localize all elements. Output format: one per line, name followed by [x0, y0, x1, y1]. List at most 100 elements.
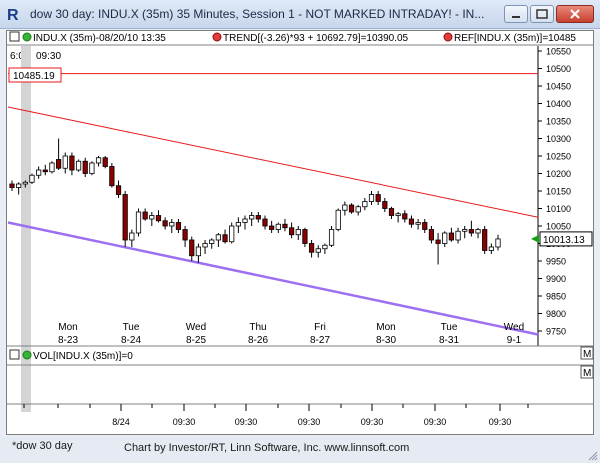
- candle-body: [495, 238, 501, 248]
- day-name-label: Mon: [376, 322, 395, 333]
- time-tick-label: 09:30: [235, 417, 258, 427]
- candle-body: [49, 162, 55, 173]
- day-name-label: Tue: [441, 322, 458, 333]
- candle-body: [249, 215, 255, 220]
- candle-body: [422, 222, 428, 230]
- candle-body: [9, 183, 15, 188]
- legend-symbol-dot[interactable]: [22, 32, 32, 42]
- candle-body: [262, 218, 268, 227]
- candle-body: [242, 218, 248, 223]
- candle-body: [115, 185, 122, 195]
- candle-body: [482, 229, 488, 251]
- day-date-label: 8-26: [248, 335, 268, 346]
- candle-body: [448, 232, 454, 241]
- day-name-label: Mon: [58, 322, 77, 333]
- volume-close-box[interactable]: [9, 349, 20, 360]
- candle-body: [488, 246, 494, 251]
- candle-body: [169, 222, 175, 227]
- day-date-label: 9-1: [507, 335, 522, 346]
- legend-trend: TREND[(-3.26)*93 + 10692.79]=10390.05: [223, 33, 409, 44]
- footer-credit: Chart by Investor/RT, Linn Software, Inc…: [124, 442, 410, 454]
- candle-body: [428, 229, 435, 241]
- time-right-label: 09:30: [36, 51, 61, 62]
- y-tick-label: 10550: [546, 47, 571, 57]
- time-tick-label: 09:30: [424, 417, 447, 427]
- candle-body: [348, 204, 355, 213]
- candle-body: [56, 159, 62, 169]
- candle-body: [75, 160, 82, 171]
- candle-body: [155, 215, 162, 222]
- candle-body: [222, 234, 228, 243]
- day-date-label: 8-24: [121, 335, 141, 346]
- candle-body: [308, 243, 315, 253]
- last-price-label: 10013.13: [543, 235, 585, 246]
- candle-body: [29, 174, 35, 183]
- candle-body: [295, 229, 301, 236]
- y-tick-label: 9950: [546, 257, 566, 267]
- candle-body: [442, 232, 448, 244]
- candle-body: [162, 220, 168, 227]
- candle-body: [415, 222, 421, 225]
- y-tick-label: 10100: [546, 204, 571, 214]
- candle-body: [395, 213, 401, 216]
- day-name-label: Fri: [314, 322, 326, 333]
- y-tick-label: 10450: [546, 82, 571, 92]
- time-tick-label: 09:30: [173, 417, 196, 427]
- y-tick-label: 9750: [546, 327, 566, 337]
- candles: [9, 138, 501, 265]
- y-tick-label: 10500: [546, 64, 571, 74]
- candle-body: [289, 227, 295, 236]
- candle-body: [42, 169, 48, 173]
- legend-ref-dot[interactable]: [443, 32, 453, 42]
- candle-body: [69, 155, 75, 171]
- candle-body: [368, 194, 375, 202]
- candle-body: [189, 239, 195, 257]
- day-date-label: 8-23: [58, 335, 78, 346]
- candle-body: [388, 208, 395, 216]
- candle-body: [282, 223, 288, 229]
- candle-body: [355, 206, 361, 213]
- candle-body: [362, 201, 368, 208]
- candle-body: [455, 230, 461, 241]
- y-tick-label: 10150: [546, 187, 571, 197]
- resize-grip-icon[interactable]: [588, 451, 598, 461]
- candle-body: [149, 215, 155, 220]
- candle-body: [255, 215, 261, 220]
- y-tick-label: 10250: [546, 152, 571, 162]
- footer-tab[interactable]: *dow 30 day: [12, 440, 73, 452]
- day-date-label: 8-31: [439, 335, 459, 346]
- candle-body: [462, 229, 468, 232]
- candle-body: [82, 160, 88, 174]
- candle-body: [175, 222, 182, 230]
- candle-body: [215, 234, 221, 241]
- time-axis: 8/24 09:30 09:30 09:30 09:30 09:30 09:30: [23, 404, 529, 427]
- day-name-label: Tue: [123, 322, 140, 333]
- price-chart[interactable]: INDU.X (35m)-08/20/10 13:35 TREND[(-3.26…: [0, 0, 600, 463]
- candle-body: [36, 169, 42, 176]
- candle-body: [342, 204, 348, 211]
- time-tick-label: 09:30: [361, 417, 384, 427]
- y-tick-label: 10350: [546, 117, 571, 127]
- candle-body: [209, 239, 215, 244]
- candle-body: [335, 209, 341, 230]
- candle-body: [22, 181, 28, 185]
- candle-body: [375, 194, 381, 202]
- candle-body: [408, 218, 415, 225]
- y-tick-label: 10050: [546, 222, 571, 232]
- legend-trend-dot[interactable]: [212, 32, 222, 42]
- legend-close-box[interactable]: [9, 31, 20, 42]
- day-date-label: 8-27: [310, 335, 330, 346]
- volume-legend-dot[interactable]: [22, 350, 32, 360]
- candle-body: [135, 211, 142, 234]
- candle-body: [435, 239, 441, 244]
- candle-body: [202, 243, 208, 248]
- candle-body: [142, 211, 148, 220]
- y-axis: 10550 10500 10450 10400 10350 10300 10250 10200…: [538, 47, 571, 337]
- chart-window: R dow 30 day: INDU.X (35m) 35 Minutes, S…: [0, 0, 600, 463]
- day-labels: Mon 8-23 Tue 8-24 Wed 8-25 Thu 8-26 Fri 8-27 Mon 8-…: [58, 322, 524, 346]
- candle-body: [129, 232, 135, 241]
- candle-body: [195, 246, 202, 257]
- candle-body: [382, 201, 388, 209]
- y-tick-label: 10300: [546, 134, 571, 144]
- legend-ref: REF[INDU.X (35m)]=10485: [454, 33, 576, 44]
